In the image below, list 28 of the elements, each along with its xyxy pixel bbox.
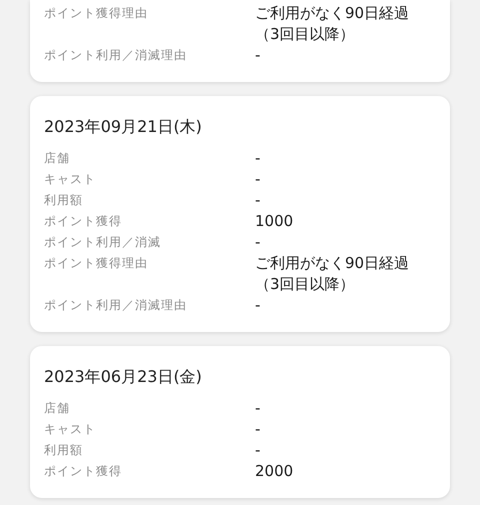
field-label: ポイント利用／消滅理由 xyxy=(44,297,187,314)
field-label: キャスト xyxy=(44,171,96,188)
field-value: - xyxy=(255,440,260,461)
field-value: - xyxy=(255,148,260,169)
field-label: ポイント獲得理由 xyxy=(44,5,148,22)
field-value: 1000 xyxy=(255,211,294,232)
field-value: - xyxy=(255,232,260,253)
field-label: ポイント獲得 xyxy=(44,213,122,230)
record-date: 2023年09月21日(木) xyxy=(44,116,202,138)
field-value: - xyxy=(255,169,260,190)
record-date: 2023年06月23日(金) xyxy=(44,366,202,388)
field-value: ご利用がなく90日経過（3回目以降） xyxy=(255,3,410,45)
field-value: ご利用がなく90日経過（3回目以降） xyxy=(255,253,410,295)
field-label: ポイント利用／消滅理由 xyxy=(44,47,187,64)
field-label: ポイント獲得 xyxy=(44,463,122,480)
field-value: 2000 xyxy=(255,461,294,482)
field-label: 店舗 xyxy=(44,150,70,167)
field-value: - xyxy=(255,398,260,419)
field-value: - xyxy=(255,45,260,66)
field-value: - xyxy=(255,295,260,316)
field-label: 店舗 xyxy=(44,400,70,417)
field-label: ポイント獲得理由 xyxy=(44,255,148,272)
field-value: - xyxy=(255,190,260,211)
field-label: ポイント利用／消滅 xyxy=(44,234,161,251)
field-label: 利用額 xyxy=(44,442,83,459)
field-label: キャスト xyxy=(44,421,96,438)
field-label: 利用額 xyxy=(44,192,83,209)
field-value: - xyxy=(255,419,260,440)
